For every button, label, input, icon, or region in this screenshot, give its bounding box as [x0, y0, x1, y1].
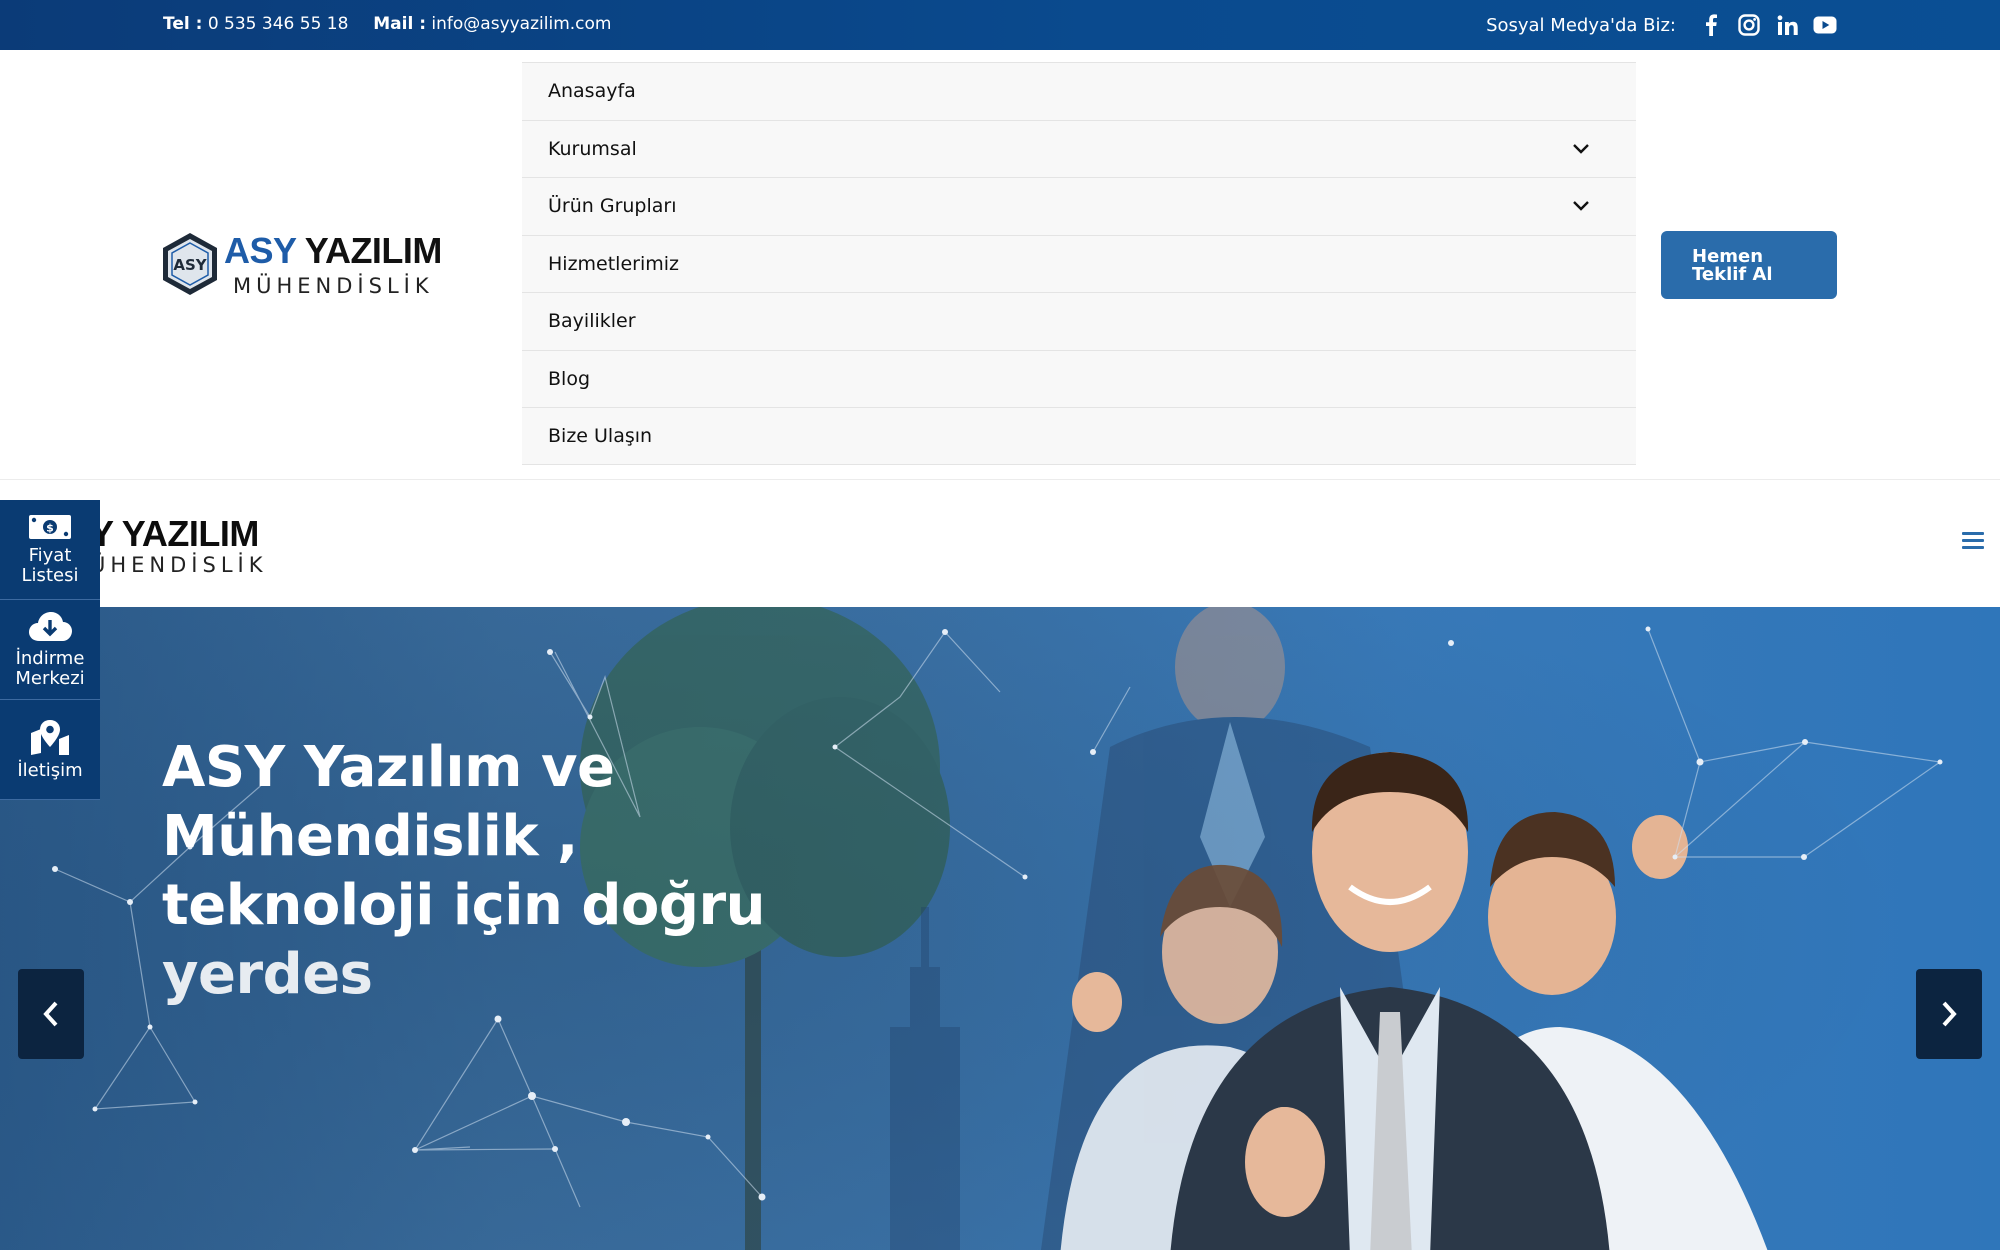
top-bar: Tel : 0 535 346 55 18 Mail : info@asyyaz…: [0, 0, 2000, 50]
nav-item-label: Blog: [548, 367, 590, 390]
chevron-left-icon: [43, 1001, 58, 1027]
linkedin-icon[interactable]: [1774, 13, 1800, 37]
mail-label: Mail :: [373, 14, 426, 34]
nav-item-bize-ulasin[interactable]: Bize Ulaşın: [522, 407, 1636, 465]
contact-info: Tel : 0 535 346 55 18 Mail : info@asyyaz…: [163, 14, 611, 34]
nav-item-label: Bayilikler: [548, 310, 636, 333]
hero-line: ASY Yazılım ve: [162, 735, 615, 800]
get-quote-button[interactable]: Hemen Teklif Al: [1661, 231, 1837, 299]
hero-typing-text: yerdes: [162, 942, 373, 1007]
nav-item-blog[interactable]: Blog: [522, 349, 1636, 407]
side-item-label: Listesi: [21, 564, 79, 586]
cta-line2: Teklif Al: [1692, 264, 1773, 285]
logo-word-asy: ASY: [224, 230, 296, 271]
side-panel: $ Fiyat Listesi İndirme Merkezi İletişim: [0, 500, 100, 800]
nav-item-bayilikler[interactable]: Bayilikler: [522, 292, 1636, 350]
hero-line: Mühendislik ,: [162, 804, 578, 869]
side-item-label: İletişim: [17, 759, 83, 781]
chevron-down-icon[interactable]: [1572, 143, 1590, 155]
nav-item-label: Kurumsal: [548, 137, 637, 160]
side-item-contact[interactable]: İletişim: [0, 700, 100, 800]
svg-text:$: $: [46, 521, 54, 534]
side-item-label: Fiyat: [28, 544, 72, 566]
social-label: Sosyal Medya'da Biz:: [1486, 14, 1676, 36]
hero-headline: ASY Yazılım ve Mühendislik , teknoloji i…: [162, 733, 802, 1009]
slider-prev-button[interactable]: [18, 969, 84, 1059]
mail-value[interactable]: info@asyyazilim.com: [431, 14, 611, 34]
youtube-icon[interactable]: [1812, 13, 1838, 37]
site-header: ASY ASY YAZILIM MÜHENDİSLİK Anasayfa Kur…: [0, 50, 2000, 480]
sticky-logo-subtitle: ÜHENDİSLİK: [90, 553, 268, 577]
slider-next-button[interactable]: [1916, 969, 1982, 1059]
nav-item-label: Ürün Grupları: [548, 195, 677, 218]
logo-subtitle: MÜHENDİSLİK: [233, 274, 434, 298]
map-pin-icon: [31, 719, 69, 755]
social-links: Sosyal Medya'da Biz:: [1486, 13, 1838, 37]
cloud-download-icon: [29, 611, 72, 641]
side-item-download-center[interactable]: İndirme Merkezi: [0, 600, 100, 700]
sticky-logo[interactable]: Y YAZILIM ÜHENDİSLİK: [90, 513, 268, 577]
instagram-icon[interactable]: [1736, 13, 1762, 37]
nav-item-anasayfa[interactable]: Anasayfa: [522, 62, 1636, 120]
tel-label: Tel :: [163, 14, 203, 34]
chevron-down-icon[interactable]: [1572, 200, 1590, 212]
tel-value[interactable]: 0 535 346 55 18: [208, 14, 349, 34]
nav-item-label: Hizmetlerimiz: [548, 252, 680, 275]
money-icon: $: [29, 514, 71, 539]
logo-hexagon-icon: ASY: [163, 233, 217, 295]
nav-item-kurumsal[interactable]: Kurumsal: [522, 119, 1636, 177]
hero-line: teknoloji için doğru: [162, 873, 765, 938]
logo-title: ASY YAZILIM: [224, 230, 442, 272]
nav-item-label: Bize Ulaşın: [548, 424, 653, 447]
facebook-icon[interactable]: [1698, 13, 1724, 37]
side-item-label: Merkezi: [15, 667, 85, 689]
main-nav: Anasayfa Kurumsal Ürün Grupları Hizmetle…: [522, 62, 1636, 465]
nav-item-label: Anasayfa: [548, 80, 636, 103]
side-item-label: İndirme: [15, 647, 85, 669]
logo-word-yazilim: YAZILIM: [304, 230, 443, 271]
nav-item-hizmetlerimiz[interactable]: Hizmetlerimiz: [522, 234, 1636, 292]
side-item-price-list[interactable]: $ Fiyat Listesi: [0, 500, 100, 600]
nav-item-urun-gruplari[interactable]: Ürün Grupları: [522, 177, 1636, 235]
hero-slider: ASY Yazılım ve Mühendislik , teknoloji i…: [0, 607, 2000, 1250]
chevron-right-icon: [1942, 1001, 1957, 1027]
sticky-logo-title: Y YAZILIM: [90, 513, 259, 554]
site-logo[interactable]: ASY ASY YAZILIM MÜHENDİSLİK: [160, 230, 442, 298]
svg-text:ASY: ASY: [173, 256, 207, 274]
sticky-header: Y YAZILIM ÜHENDİSLİK: [0, 480, 2000, 607]
hamburger-menu-icon[interactable]: [1962, 532, 1984, 550]
